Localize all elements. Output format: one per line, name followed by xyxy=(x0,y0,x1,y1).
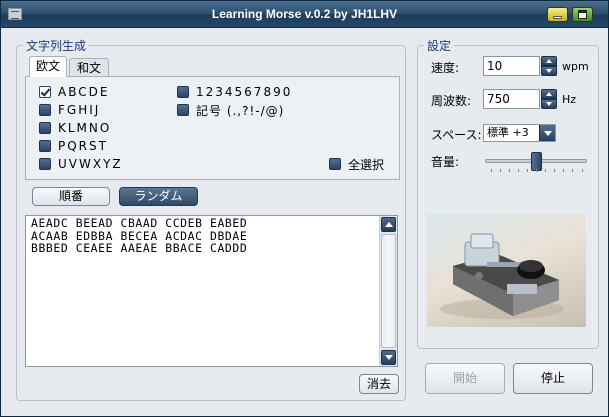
speed-unit: wpm xyxy=(562,60,589,73)
checkbox-uvwxyz-label: UVWXYZ xyxy=(58,157,123,171)
checkbox-select-all[interactable]: 全選択 xyxy=(329,156,384,172)
frequency-up-icon[interactable] xyxy=(541,89,557,99)
checkbox-digits-box[interactable] xyxy=(177,86,189,98)
space-select-value: 標準 +3 xyxy=(487,126,529,139)
checkbox-fghij[interactable]: FGHIJ xyxy=(39,102,100,118)
checkbox-uvwxyz-box[interactable] xyxy=(39,158,51,170)
volume-tick xyxy=(581,169,583,172)
checkbox-pqrst[interactable]: PQRST xyxy=(39,138,108,154)
start-button[interactable]: 開始 xyxy=(425,363,505,394)
space-select[interactable]: 標準 +3 xyxy=(483,124,556,142)
checkbox-select-all-box[interactable] xyxy=(329,158,341,170)
checkbox-abcde-label: ABCDE xyxy=(58,85,110,99)
speed-input[interactable]: 10 xyxy=(483,56,540,76)
checkbox-fghij-box[interactable] xyxy=(39,104,51,116)
settings-legend: 設定 xyxy=(427,39,452,53)
checkbox-pqrst-label: PQRST xyxy=(58,139,108,153)
volume-tick xyxy=(545,169,547,172)
random-button[interactable]: ランダム xyxy=(119,187,198,206)
volume-tick xyxy=(536,169,537,172)
order-button[interactable]: 順番 xyxy=(32,187,110,206)
volume-tick xyxy=(572,169,574,172)
tab-panel: ABCDE FGHIJ KLMNO PQRST UVWXYZ 123456789… xyxy=(25,76,400,180)
clear-button[interactable]: 消去 xyxy=(359,374,399,394)
output-textarea[interactable]: AEADC BEEAD CBAAD CCDEB EABED ACAAB EDBB… xyxy=(25,215,398,367)
minimize-button[interactable] xyxy=(547,7,568,22)
chevron-down-icon[interactable] xyxy=(539,125,555,141)
checkbox-klmno[interactable]: KLMNO xyxy=(39,120,111,136)
checkbox-abcde[interactable]: ABCDE xyxy=(39,84,109,100)
checkbox-digits-label: 1234567890 xyxy=(196,85,293,99)
stop-button[interactable]: 停止 xyxy=(513,363,593,394)
checkbox-uvwxyz[interactable]: UVWXYZ xyxy=(39,156,123,172)
string-generation-legend: 文字列生成 xyxy=(26,39,87,53)
checkbox-klmno-box[interactable] xyxy=(39,122,51,134)
checkbox-digits[interactable]: 1234567890 xyxy=(177,84,292,100)
tab-english[interactable]: 欧文 xyxy=(29,56,67,77)
checkbox-abcde-box[interactable] xyxy=(39,86,51,98)
frequency-down-icon[interactable] xyxy=(541,99,557,109)
close-button[interactable] xyxy=(572,7,593,22)
speed-spinner[interactable] xyxy=(541,56,557,76)
checkbox-symbols[interactable]: 記号 (.,?!-/@) xyxy=(177,102,284,118)
tab-japanese[interactable]: 和文 xyxy=(69,58,109,78)
speed-label: 速度: xyxy=(431,61,460,75)
scroll-up-icon[interactable] xyxy=(381,217,396,232)
volume-tick xyxy=(517,169,519,172)
volume-tick xyxy=(526,169,528,172)
volume-tick xyxy=(563,169,565,172)
checkbox-klmno-label: KLMNO xyxy=(58,121,112,135)
checkbox-select-all-label: 全選択 xyxy=(348,157,385,172)
checkbox-fghij-label: FGHIJ xyxy=(58,103,101,117)
frequency-label: 周波数: xyxy=(431,94,472,108)
output-text: AEADC BEEAD CBAAD CCDEB EABED ACAAB EDBB… xyxy=(31,216,248,255)
volume-label: 音量: xyxy=(431,155,460,169)
frequency-unit: Hz xyxy=(562,93,577,106)
speed-down-icon[interactable] xyxy=(541,66,557,76)
window-title: Learning Morse v.0.2 by JH1LHV xyxy=(211,7,398,21)
morse-key-image xyxy=(440,233,564,319)
frequency-input[interactable]: 750 xyxy=(483,89,540,109)
title-bar[interactable]: Learning Morse v.0.2 by JH1LHV xyxy=(1,1,608,28)
checkbox-symbols-label: 記号 (.,?!-/@) xyxy=(196,103,285,118)
morse-key-photo xyxy=(427,214,586,327)
main-window: Learning Morse v.0.2 by JH1LHV 文字列生成 欧文 … xyxy=(0,0,609,417)
vertical-scrollbar[interactable] xyxy=(379,216,397,366)
checkbox-pqrst-box[interactable] xyxy=(39,140,51,152)
speed-up-icon[interactable] xyxy=(541,56,557,66)
space-label: スペース: xyxy=(431,128,482,142)
scroll-down-icon[interactable] xyxy=(381,350,396,365)
volume-tick xyxy=(554,169,556,172)
volume-tick xyxy=(490,169,492,172)
volume-tick xyxy=(508,169,510,172)
frequency-spinner[interactable] xyxy=(541,89,557,109)
scroll-thumb[interactable] xyxy=(381,234,396,348)
checkbox-symbols-box[interactable] xyxy=(177,104,189,116)
volume-tick xyxy=(499,169,501,172)
